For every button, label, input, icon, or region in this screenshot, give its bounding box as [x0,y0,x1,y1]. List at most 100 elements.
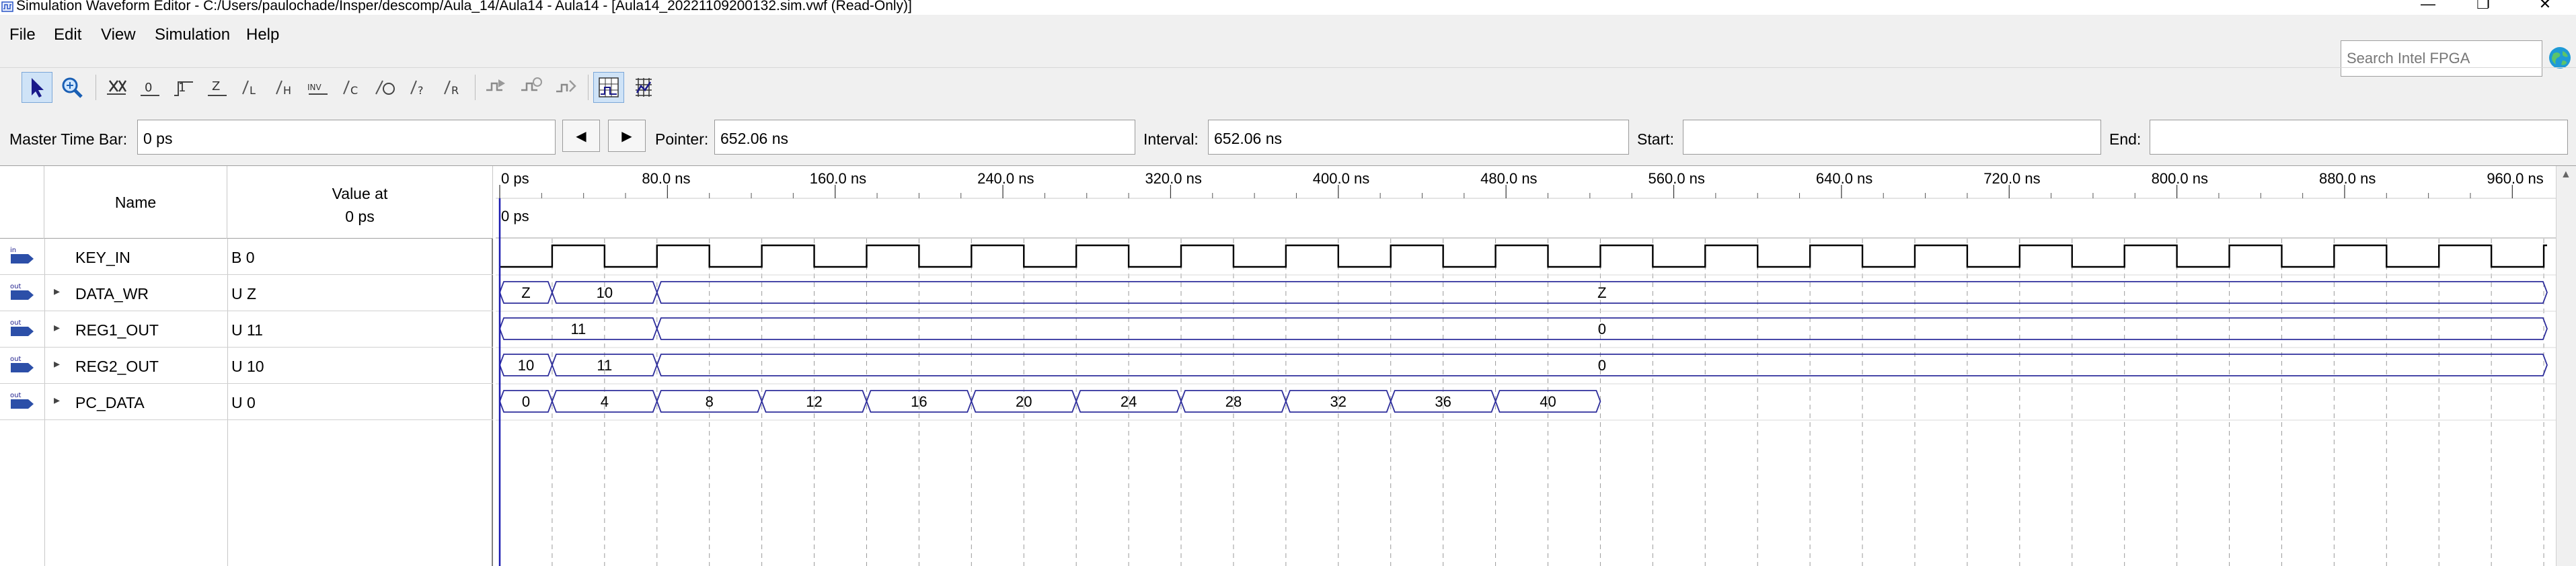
menu-edit[interactable]: Edit [54,26,81,44]
waveform-key_in[interactable] [500,244,2547,268]
expand-chevron-icon[interactable]: ▸ [54,284,60,298]
maximize-button[interactable]: ❐ [2470,0,2497,15]
overwrite-clock-button[interactable] [370,72,401,103]
signal-name: PC_DATA [75,394,145,411]
svg-text:out: out [10,319,21,327]
snap-to-grid-button[interactable] [593,72,624,103]
pointer-arrow-icon [32,78,44,97]
bus-value-label: 20 [1016,393,1032,410]
output-pin-icon: out [10,392,34,409]
signal-value: U 0 [231,394,256,411]
random-values-button[interactable]: ? [404,72,434,103]
time-tick-label: 720.0 ns [1983,170,2040,187]
expand-chevron-icon[interactable]: ▸ [54,321,60,335]
weak-low-button[interactable]: L [235,72,266,103]
bus-value-label: Z [1597,284,1606,301]
svg-text:out: out [10,392,21,399]
menu-file[interactable]: File [9,26,36,44]
high-impedance-button[interactable]: Z [202,72,233,103]
weak-high-icon: H [276,80,291,97]
globe-icon[interactable] [2548,46,2572,70]
svg-text:1: 1 [178,81,186,95]
grid-icon [599,77,619,97]
bus-value-label: 28 [1225,393,1242,410]
signal-row[interactable]: out ▸ REG1_OUT U 11 [0,311,493,348]
name-column-header[interactable]: Name [44,166,227,239]
waveform-panel[interactable]: 0 ps 80.0 ns 160.0 ns 240.0 ns 320.0 ns 400.0… [496,166,2556,566]
scroll-up-icon[interactable]: ▲ [2561,169,2571,181]
prev-transition-button[interactable]: ◀ [562,120,600,152]
time-tick-label: 800.0 ns [2152,170,2208,187]
bus-value-label: 0 [1598,321,1606,337]
master-time-bar-field[interactable]: 0 ps [137,120,556,155]
force-unknown-button[interactable] [101,72,132,103]
bus-value-label: 40 [1540,393,1556,410]
start-label: Start: [1637,130,1674,148]
menu-bar: File Edit View Simulation Help Search In… [0,16,2576,77]
signal-row[interactable]: out ▸ PC_DATA U 0 [0,384,493,420]
next-transition-button[interactable]: ▶ [608,120,646,152]
time-tick-label: 400.0 ns [1313,170,1369,187]
toolbar-separator [475,75,476,100]
force-low-button[interactable]: 0 [135,72,165,103]
force-unknown-icon [107,80,127,95]
selection-tool-button[interactable] [22,72,52,103]
output-pin-icon: out [10,283,34,300]
time-tick-label: 240.0 ns [977,170,1034,187]
signal-value: U Z [231,285,257,302]
end-field [2150,120,2568,155]
output-pin-icon: out [10,356,34,372]
svg-text:out: out [10,283,21,290]
signal-name: REG1_OUT [75,321,159,339]
overwrite-clock-icon [375,80,395,95]
grid-settings-button[interactable] [628,72,659,103]
toolbar-separator [588,75,589,100]
run-timing-icon [521,77,542,91]
bus-value-label: 4 [601,393,609,410]
title-bar: Simulation Waveform Editor - C:/Users/pa… [0,0,2576,15]
menu-help[interactable]: Help [246,26,279,44]
invert-button[interactable]: INV [303,72,334,103]
time-tick-label: 80.0 ns [642,170,690,187]
end-label: End: [2109,130,2142,148]
menu-simulation[interactable]: Simulation [155,26,230,44]
master-time-bar-label: Master Time Bar: [9,130,128,148]
output-pin-icon: out [10,319,34,336]
value-column-header[interactable]: Value at 0 ps [227,166,493,239]
svg-text:H: H [283,84,291,97]
svg-text:L: L [250,84,256,97]
waveform-area: Name Value at 0 ps in KEY_IN B 0 out ▸ DATA_W… [0,165,2576,566]
waveform-canvas[interactable]: 0 ps 80.0 ns 160.0 ns 240.0 ns 320.0 ns 400.0… [496,166,2556,566]
force-high-button[interactable]: 1 [168,72,199,103]
time-tick-label: 640.0 ns [1816,170,1872,187]
window-title: Simulation Waveform Editor - C:/Users/pa… [16,0,912,13]
signal-row[interactable]: out ▸ DATA_WR U Z [0,275,493,311]
bus-value-label: 16 [911,393,927,410]
signal-row[interactable]: in KEY_IN B 0 [0,239,493,275]
menu-view[interactable]: View [101,26,136,44]
arbitrary-value-button[interactable]: R [437,72,468,103]
bus-value-label: 10 [518,357,534,374]
weak-high-button[interactable]: H [269,72,300,103]
minimize-button[interactable]: — [2415,0,2441,15]
time-tick-label: 560.0 ns [1649,170,1705,187]
svg-text:C: C [350,84,358,97]
bus-value-label: Z [521,284,530,301]
bus-value-label: 12 [806,393,822,410]
expand-chevron-icon[interactable]: ▸ [54,357,60,371]
time-tick-label: 480.0 ns [1480,170,1537,187]
generate-netlist-button[interactable] [550,72,581,103]
toolbar: 0 1 Z L H INV C ? R [0,67,2576,108]
time-tick-label: 320.0 ns [1145,170,1201,187]
expand-chevron-icon[interactable]: ▸ [54,393,60,407]
close-button[interactable]: ✕ [2532,0,2559,15]
count-value-button[interactable]: C [336,72,367,103]
start-field [1683,120,2101,155]
value-header-line2: 0 ps [345,208,375,225]
timing-simulation-button[interactable] [515,72,546,103]
svg-text:Z: Z [212,79,220,93]
zoom-tool-button[interactable] [56,72,87,103]
signal-row[interactable]: out ▸ REG2_OUT U 10 [0,348,493,384]
vertical-scrollbar[interactable]: ▲ [2556,166,2576,566]
functional-simulation-button[interactable] [480,72,511,103]
